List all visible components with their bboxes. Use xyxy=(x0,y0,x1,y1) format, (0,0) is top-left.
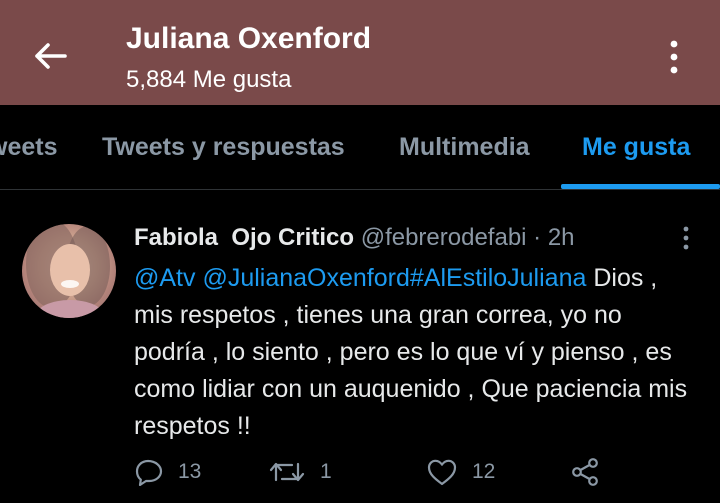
reply-icon xyxy=(135,459,163,486)
hashtag[interactable]: #AlEstiloJuliana xyxy=(410,264,587,292)
like-count: 12 xyxy=(472,460,496,483)
more-vertical-icon xyxy=(670,40,678,74)
tweet-more-button[interactable] xyxy=(672,220,700,256)
active-tab-indicator xyxy=(561,184,720,189)
tweet-text: @Atv @JulianaOxenford#AlEstiloJuliana Di… xyxy=(134,260,694,445)
tab-tweets[interactable]: weets xyxy=(0,133,57,162)
more-options-button[interactable] xyxy=(656,36,692,78)
profile-header: Juliana Oxenford 5,884 Me gusta xyxy=(0,0,720,105)
tweet-actions: 13 1 12 xyxy=(134,452,614,492)
share-icon xyxy=(572,458,598,486)
mention-atv[interactable]: @Atv xyxy=(134,264,196,292)
tab-tweets-and-replies[interactable]: Tweets y respuestas xyxy=(102,133,345,162)
tweet-header: Fabiola Ojo Critico @febrerodefabi · 2h xyxy=(134,224,575,252)
heart-icon xyxy=(427,459,457,486)
retweet-icon xyxy=(269,462,305,482)
mention-julianaoxenford[interactable]: @JulianaOxenford xyxy=(202,264,409,292)
reply-button[interactable]: 13 xyxy=(134,452,201,492)
tab-media[interactable]: Multimedia xyxy=(399,133,530,162)
arrow-left-icon xyxy=(35,43,67,69)
share-button[interactable] xyxy=(570,452,600,492)
author-name[interactable]: Fabiola Ojo Critico xyxy=(134,224,354,251)
retweet-count: 1 xyxy=(320,460,332,483)
back-button[interactable] xyxy=(24,30,76,82)
profile-name: Juliana Oxenford xyxy=(126,22,372,55)
avatar[interactable] xyxy=(22,224,116,318)
likes-count: 5,884 Me gusta xyxy=(126,66,292,93)
author-handle-and-time[interactable]: @febrerodefabi · 2h xyxy=(361,224,575,251)
reply-count: 13 xyxy=(178,460,202,483)
tweet[interactable]: Fabiola Ojo Critico @febrerodefabi · 2h … xyxy=(0,190,720,503)
retweet-button[interactable]: 1 xyxy=(268,452,332,492)
tab-likes[interactable]: Me gusta xyxy=(582,133,690,162)
more-vertical-icon xyxy=(683,226,689,250)
like-button[interactable]: 12 xyxy=(426,452,495,492)
avatar-photo xyxy=(26,224,110,318)
profile-tabs: weets Tweets y respuestas Multimedia Me … xyxy=(0,105,720,190)
